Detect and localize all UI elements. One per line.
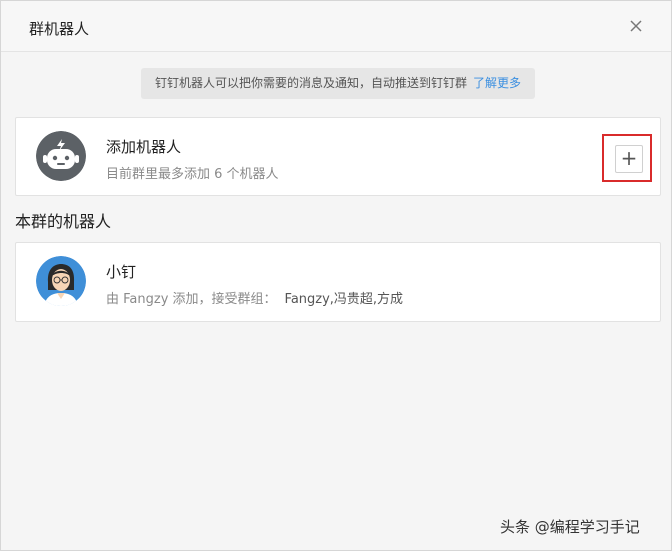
section-title: 本群的机器人 [15,212,112,231]
learn-more-link[interactable]: 了解更多 [473,76,521,90]
watermark-text: 头条 @编程学习手记 [500,518,640,536]
dialog-title: 群机器人 [29,20,90,38]
notice-text: 钉钉机器人可以把你需要的消息及通知，自动推送到钉钉群 [154,76,467,90]
robot-icon [36,131,86,181]
add-robot-card: 添加机器人 目前群里最多添加 6 个机器人 + [15,117,661,196]
close-icon[interactable] [625,15,647,37]
robot-name: 小钉 [106,263,137,281]
robot-groups: Fangzy,冯贵超,方成 [284,292,404,307]
dialog-header: 群机器人 [1,1,671,52]
add-robot-button[interactable]: + [615,145,643,173]
robot-list-item[interactable]: 小钉 由 Fangzy 添加，接受群组： Fangzy,冯贵超,方成 [15,242,661,322]
person-avatar [36,256,86,306]
robot-limit-text: 目前群里最多添加 6 个机器人 [106,167,279,182]
plus-icon: + [620,146,638,170]
add-robot-highlight: + [602,134,652,182]
robot-added-by: 由 Fangzy 添加，接受群组： [106,292,277,307]
robot-dialog: 群机器人 钉钉机器人可以把你需要的消息及通知，自动推送到钉钉群 了解更多 添加机器 [0,0,672,551]
robot-info: 由 Fangzy 添加，接受群组： Fangzy,冯贵超,方成 [106,288,403,307]
info-notice: 钉钉机器人可以把你需要的消息及通知，自动推送到钉钉群 了解更多 [141,68,535,99]
add-robot-title: 添加机器人 [106,138,182,156]
